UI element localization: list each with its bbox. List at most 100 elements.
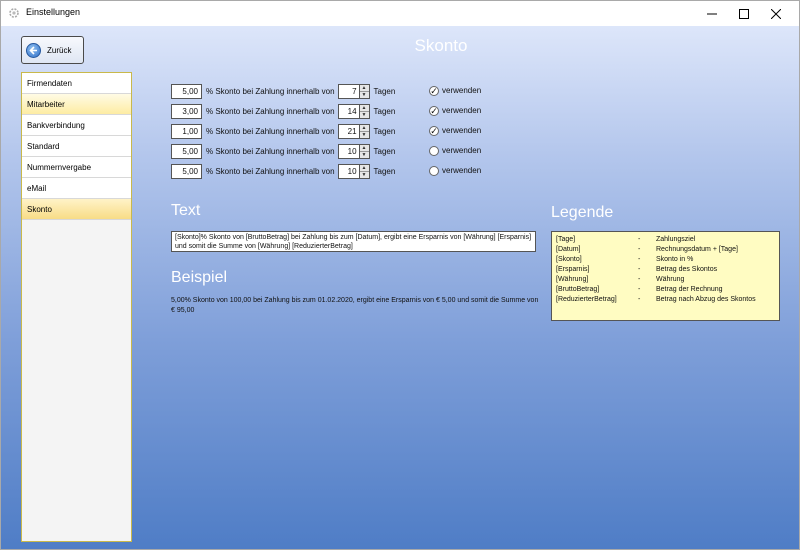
spin-down-icon[interactable]: ▼ xyxy=(360,172,369,178)
check-icon: ✓ xyxy=(430,105,438,116)
window-title: Einstellungen xyxy=(26,7,81,17)
spin-down-icon[interactable]: ▼ xyxy=(360,112,369,118)
days-spinner[interactable]: ▲ ▼ xyxy=(359,104,370,119)
days-spinner[interactable]: ▲ ▼ xyxy=(359,124,370,139)
skonto-row-text: % Skonto bei Zahlung innerhalb von xyxy=(206,107,335,116)
legende-box: [Tage] - Zahlungsziel [Datum] - Rechnungsdat… xyxy=(551,231,780,321)
sidebar-item-skonto[interactable]: Skonto xyxy=(22,199,131,220)
maximize-button[interactable] xyxy=(729,1,759,26)
check-icon: ✓ xyxy=(430,125,438,136)
spin-up-icon[interactable]: ▲ xyxy=(359,145,369,152)
spin-up-icon[interactable]: ▲ xyxy=(359,165,369,172)
legend-value: Betrag des Skontos xyxy=(656,266,718,273)
days-spinner[interactable]: ▲ ▼ xyxy=(359,164,370,179)
skonto-row-text: % Skonto bei Zahlung innerhalb von xyxy=(206,167,335,176)
skonto-row: 5,00 % Skonto bei Zahlung innerhalb von … xyxy=(171,144,395,159)
sidebar-item-email[interactable]: eMail xyxy=(22,178,131,199)
legend-row: [BruttoBetrag] - Betrag der Rechnung xyxy=(556,285,775,295)
back-button-label: Zurück xyxy=(47,45,72,55)
days-spinner[interactable]: ▲ ▼ xyxy=(359,84,370,99)
legend-dash: - xyxy=(638,256,641,263)
legend-row: [Skonto] - Skonto in % xyxy=(556,255,775,265)
use-checkbox[interactable] xyxy=(429,146,439,156)
sidebar-item-standard[interactable]: Standard xyxy=(22,136,131,157)
skonto-days-input[interactable]: 10 xyxy=(337,144,360,159)
skonto-days-input[interactable]: 14 xyxy=(337,104,360,119)
sidebar-item-mitarbeiter[interactable]: Mitarbeiter xyxy=(22,94,131,115)
legend-row: [Tage] - Zahlungsziel xyxy=(556,235,775,245)
skonto-percent-input[interactable]: 5,00 xyxy=(171,84,202,99)
gear-icon xyxy=(9,8,19,18)
legend-row: [Ersparnis] - Betrag des Skontos xyxy=(556,265,775,275)
days-label: Tagen xyxy=(373,107,396,116)
legend-key: [Datum] xyxy=(556,246,581,253)
skonto-days-input[interactable]: 10 xyxy=(337,164,360,179)
use-checkbox-label: verwenden xyxy=(442,86,482,95)
check-icon: ✓ xyxy=(430,85,438,96)
use-checkbox-label: verwenden xyxy=(442,106,482,115)
use-checkbox[interactable]: ✓ xyxy=(429,86,439,96)
sidebar-item-nummernvergabe[interactable]: Nummernvergabe xyxy=(22,157,131,178)
use-checkbox-label: verwenden xyxy=(442,166,482,175)
use-checkbox-label: verwenden xyxy=(442,146,482,155)
text-heading: Text xyxy=(171,202,201,219)
spin-up-icon[interactable]: ▲ xyxy=(359,125,369,132)
legend-value: Skonto in % xyxy=(656,256,694,263)
settings-content: Zurück Skonto Firmendaten Mitarbeiter Ba… xyxy=(1,26,799,549)
days-label: Tagen xyxy=(373,87,396,96)
days-label: Tagen xyxy=(373,147,396,156)
legend-dash: - xyxy=(638,266,641,273)
sidebar-item-firmendaten[interactable]: Firmendaten xyxy=(22,73,131,94)
skonto-row-text: % Skonto bei Zahlung innerhalb von xyxy=(206,147,335,156)
legend-key: [Währung] xyxy=(556,276,589,283)
use-checkbox[interactable] xyxy=(429,166,439,176)
skonto-row: 1,00 % Skonto bei Zahlung innerhalb von … xyxy=(171,124,395,139)
use-checkbox[interactable]: ✓ xyxy=(429,126,439,136)
beispiel-text: 5,00% Skonto von 100,00 bei Zahlung bis … xyxy=(171,297,539,314)
skonto-row-text: % Skonto bei Zahlung innerhalb von xyxy=(206,127,335,136)
days-spinner[interactable]: ▲ ▼ xyxy=(359,144,370,159)
legend-value: Zahlungsziel xyxy=(656,236,696,243)
skonto-row: 3,00 % Skonto bei Zahlung innerhalb von … xyxy=(171,104,395,119)
skonto-text-input[interactable]: [Skonto]% Skonto von [BruttoBetrag] bei … xyxy=(171,231,536,252)
legend-dash: - xyxy=(638,236,641,243)
use-checkbox[interactable]: ✓ xyxy=(429,106,439,116)
skonto-percent-input[interactable]: 1,00 xyxy=(171,124,202,139)
skonto-percent-input[interactable]: 5,00 xyxy=(171,144,202,159)
spin-down-icon[interactable]: ▼ xyxy=(360,152,369,158)
skonto-row: 5,00 % Skonto bei Zahlung innerhalb von … xyxy=(171,84,395,99)
close-button[interactable] xyxy=(761,1,791,26)
settings-sidebar: Firmendaten Mitarbeiter Bankverbindung S… xyxy=(21,72,132,542)
legend-dash: - xyxy=(638,246,641,253)
title-bar[interactable]: Einstellungen xyxy=(1,1,799,26)
legende-heading: Legende xyxy=(551,204,614,221)
skonto-days-input[interactable]: 21 xyxy=(337,124,360,139)
skonto-days-input[interactable]: 7 xyxy=(337,84,360,99)
minimize-button[interactable] xyxy=(697,1,727,26)
arrow-left-icon xyxy=(26,42,41,58)
skonto-percent-input[interactable]: 5,00 xyxy=(171,164,202,179)
legend-value: Währung xyxy=(656,276,685,283)
legend-value: Betrag der Rechnung xyxy=(656,286,723,293)
legend-row: [Währung] - Währung xyxy=(556,275,775,285)
spin-down-icon[interactable]: ▼ xyxy=(360,132,369,138)
spin-up-icon[interactable]: ▲ xyxy=(359,105,369,112)
legend-key: [Ersparnis] xyxy=(556,266,590,273)
sidebar-item-bankverbindung[interactable]: Bankverbindung xyxy=(22,115,131,136)
spin-up-icon[interactable]: ▲ xyxy=(359,85,369,92)
skonto-row: 5,00 % Skonto bei Zahlung innerhalb von … xyxy=(171,164,395,179)
legend-dash: - xyxy=(638,286,641,293)
skonto-percent-input[interactable]: 3,00 xyxy=(171,104,202,119)
spin-down-icon[interactable]: ▼ xyxy=(360,92,369,98)
page-title: Skonto xyxy=(414,36,468,55)
legend-value: Rechnungsdatum + [Tage] xyxy=(656,246,738,253)
days-label: Tagen xyxy=(373,167,396,176)
skonto-row-text: % Skonto bei Zahlung innerhalb von xyxy=(206,87,335,96)
use-checkbox-label: verwenden xyxy=(442,126,482,135)
legend-row: [ReduzierterBetrag] - Betrag nach Abzug de… xyxy=(556,295,775,305)
legend-key: [ReduzierterBetrag] xyxy=(556,296,617,303)
days-label: Tagen xyxy=(373,127,396,136)
legend-key: [Tage] xyxy=(556,236,576,243)
back-button[interactable]: Zurück xyxy=(21,36,84,64)
legend-value: Betrag nach Abzug des Skontos xyxy=(656,296,756,303)
